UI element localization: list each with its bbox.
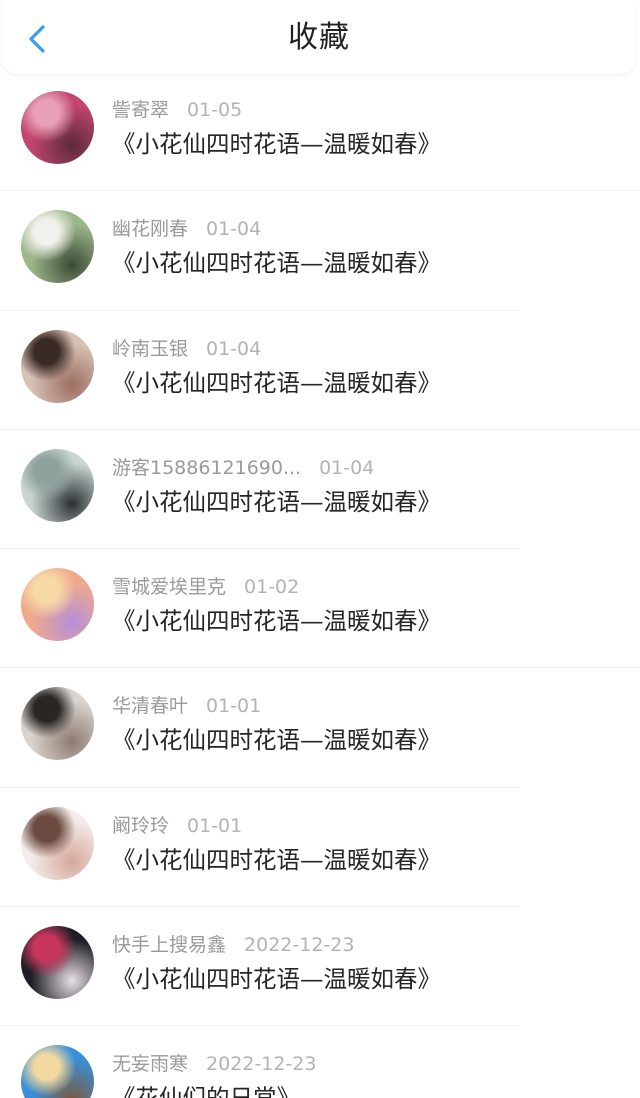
work-title: 《小花仙四时花语—温暖如春》: [112, 845, 441, 874]
avatar[interactable]: [21, 926, 94, 1000]
avatar[interactable]: [21, 210, 94, 284]
item-date: 01-04: [206, 337, 262, 360]
author-name: 游客15886121690...: [112, 456, 302, 479]
item-date: 01-02: [244, 576, 300, 599]
list-item[interactable]: 阚玲玲 01-01 《小花仙四时花语—温暖如春》: [0, 788, 640, 908]
work-title: 《小花仙四时花语—温暖如春》: [112, 726, 441, 755]
list-item[interactable]: 游客15886121690... 01-04 《小花仙四时花语—温暖如春》: [0, 430, 640, 550]
author-name: 华清春叶: [112, 695, 189, 718]
item-meta: 岭南玉银 01-04: [112, 336, 261, 362]
author-name: 岭南玉银: [112, 337, 189, 360]
item-date: 2022-12-23: [244, 934, 355, 957]
list-item[interactable]: 快手上搜易鑫 2022-12-23 《小花仙四时花语—温暖如春》: [0, 907, 640, 1027]
item-meta: 快手上搜易鑫 2022-12-23: [112, 932, 354, 958]
author-name: 雪城爱埃里克: [112, 576, 227, 599]
avatar[interactable]: [21, 806, 94, 880]
work-title: 《小花仙四时花语—温暖如春》: [112, 130, 441, 158]
author-name: 訾寄翠: [112, 99, 170, 121]
avatar[interactable]: [21, 329, 94, 403]
item-date: 01-04: [206, 218, 262, 241]
favorites-page: 收藏 訾寄翠 01-05 《小花仙四时花语—温暖如春》 幽花刚春 01-04 《小花…: [0, 0, 640, 1098]
author-name: 幽花刚春: [112, 218, 189, 241]
work-title: 《小花仙四时花语—温暖如春》: [112, 487, 441, 516]
item-meta: 无妄雨寒 2022-12-23: [112, 1051, 316, 1077]
page-title: 收藏: [288, 20, 350, 55]
list-item[interactable]: 岭南玉银 01-04 《小花仙四时花语—温暖如春》: [0, 311, 640, 430]
work-title: 《花仙们的日常》: [112, 1082, 300, 1098]
avatar[interactable]: [21, 1045, 94, 1098]
author-name: 阚玲玲: [112, 814, 170, 837]
item-date: 01-01: [187, 814, 243, 837]
avatar[interactable]: [21, 91, 94, 164]
work-title: 《小花仙四时花语—温暖如春》: [112, 368, 441, 397]
item-meta: 幽花刚春 01-04: [112, 216, 261, 242]
item-date: 01-05: [187, 99, 243, 121]
item-meta: 游客15886121690... 01-04: [112, 455, 374, 481]
favorites-list: 訾寄翠 01-05 《小花仙四时花语—温暖如春》 幽花刚春 01-04 《小花仙四时…: [0, 72, 640, 1098]
item-date: 01-01: [206, 695, 262, 718]
list-item[interactable]: 幽花刚春 01-04 《小花仙四时花语—温暖如春》: [0, 191, 640, 311]
list-item[interactable]: 华清春叶 01-01 《小花仙四时花语—温暖如春》: [0, 668, 640, 788]
avatar[interactable]: [21, 448, 94, 522]
item-date: 01-04: [319, 456, 375, 479]
item-meta: 华清春叶 01-01: [112, 693, 261, 719]
avatar[interactable]: [21, 687, 94, 761]
work-title: 《小花仙四时花语—温暖如春》: [112, 249, 441, 278]
list-item[interactable]: 无妄雨寒 2022-12-23 《花仙们的日常》: [0, 1026, 640, 1098]
item-meta: 阚玲玲 01-01: [112, 813, 242, 839]
list-item[interactable]: 訾寄翠 01-05 《小花仙四时花语—温暖如春》: [0, 72, 640, 192]
author-name: 快手上搜易鑫: [112, 934, 227, 957]
item-meta: 訾寄翠 01-05: [112, 97, 242, 123]
work-title: 《小花仙四时花语—温暖如春》: [112, 607, 441, 636]
work-title: 《小花仙四时花语—温暖如春》: [112, 965, 441, 994]
avatar[interactable]: [21, 568, 94, 642]
item-meta: 雪城爱埃里克 01-02: [112, 574, 299, 600]
list-item[interactable]: 雪城爱埃里克 01-02 《小花仙四时花语—温暖如春》: [0, 549, 640, 669]
item-date: 2022-12-23: [206, 1053, 317, 1076]
header-bar: 收藏: [2, 0, 636, 74]
author-name: 无妄雨寒: [112, 1053, 189, 1076]
